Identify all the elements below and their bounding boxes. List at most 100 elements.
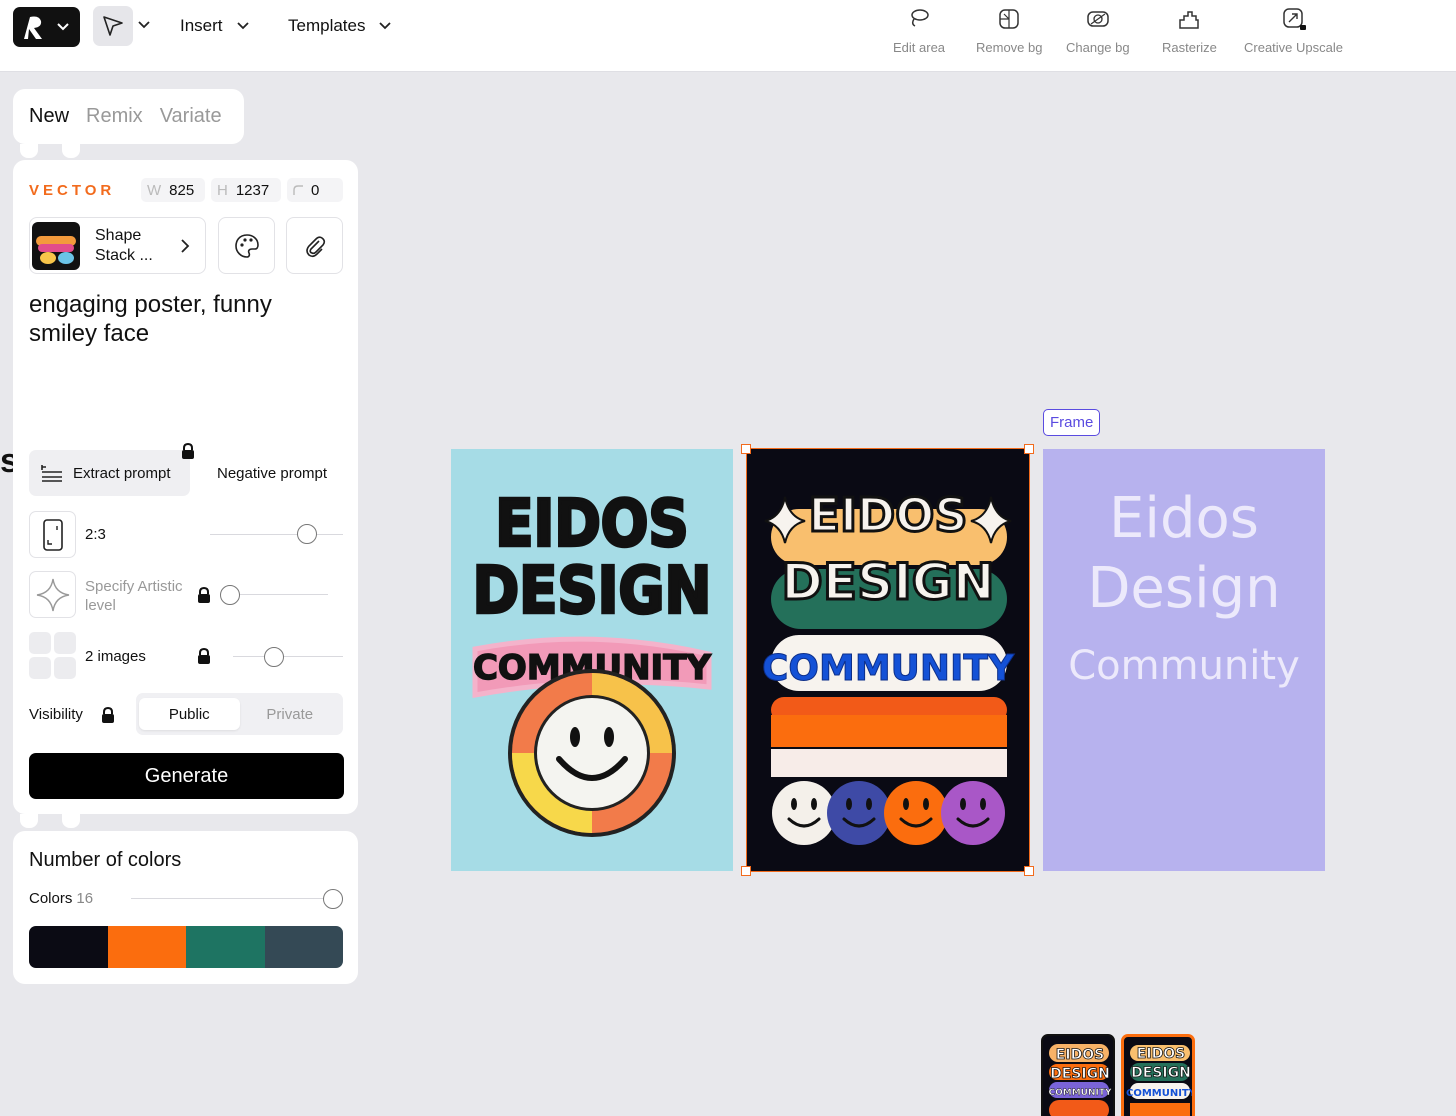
aspect-ratio-slider-knob[interactable] [297, 524, 317, 544]
poster-3-line1: Eidos [1109, 486, 1259, 551]
mini-1-line1: EIDOS [1056, 1047, 1104, 1063]
image-count-icon [29, 632, 76, 679]
poster-2[interactable]: EIDOS DESIGN COMMUNITY [747, 449, 1029, 871]
colors-slider-knob[interactable] [323, 889, 343, 909]
height-field[interactable]: H 1237 [211, 178, 281, 202]
insert-menu[interactable]: Insert [180, 16, 249, 36]
corner-radius-field[interactable]: 0 [287, 178, 343, 202]
color-palette[interactable] [29, 926, 343, 968]
poster-2-line3: COMMUNITY [762, 648, 1015, 689]
color-palette-button[interactable] [218, 217, 275, 274]
resize-handle[interactable] [1024, 444, 1034, 454]
generate-button[interactable]: Generate [29, 753, 344, 799]
corner-radius-value: 0 [311, 181, 320, 199]
poster-3-line3: Community [1068, 643, 1300, 689]
panel-connector [62, 144, 80, 158]
extract-prompt-button[interactable]: Extract prompt [29, 450, 190, 496]
history-thumbnail-2[interactable]: EIDOS DESIGN COMMUNITY [1121, 1034, 1195, 1116]
app-logo-icon [24, 16, 42, 39]
style-thumbnail [32, 221, 80, 270]
insert-menu-label: Insert [180, 16, 223, 35]
visibility-label: Visibility [29, 706, 83, 723]
top-toolbar: Insert Templates Edit area Remove bg Cha… [0, 0, 1456, 72]
lock-icon [182, 443, 194, 459]
logo-menu-button[interactable] [13, 7, 80, 47]
resize-handle[interactable] [741, 444, 751, 454]
image-count-label: 2 images [85, 648, 146, 665]
portrait-phone-icon [42, 518, 63, 551]
aspect-ratio-value: 2:3 [85, 526, 106, 543]
resize-handle[interactable] [1024, 866, 1034, 876]
generation-settings-panel: VECTOR W 825 H 1237 0 Shape Stack ... en… [13, 160, 358, 814]
output-type-label: VECTOR [29, 182, 116, 199]
aspect-ratio-slider[interactable] [210, 534, 343, 535]
change-background-icon [1087, 11, 1109, 27]
color-swatch[interactable] [29, 926, 108, 968]
width-value: 825 [169, 181, 195, 199]
mini-1-line3: COMMUNITY [1048, 1088, 1111, 1098]
mini-1-line2: DESIGN [1050, 1066, 1110, 1082]
pointer-tool-button[interactable] [93, 6, 133, 46]
templates-menu[interactable]: Templates [288, 16, 392, 36]
change-bg-tool[interactable]: Change bg [1066, 6, 1130, 55]
upscale-icon [1282, 8, 1306, 30]
smiley-row [772, 781, 1005, 845]
frame-tag[interactable]: Frame [1043, 409, 1101, 436]
tab-remix[interactable]: Remix [86, 105, 143, 128]
history-thumbnail-1[interactable]: EIDOS DESIGN COMMUNITY [1041, 1034, 1115, 1116]
panel-connector [20, 144, 38, 158]
remove-bg-label: Remove bg [976, 40, 1043, 55]
poster-3-line2: Design [1087, 556, 1280, 621]
width-field[interactable]: W 825 [141, 178, 205, 202]
lasso-icon [911, 9, 929, 27]
chevron-down-icon [236, 22, 249, 30]
sparkle-icon [36, 578, 69, 611]
mini-2-line1: EIDOS [1137, 1046, 1185, 1062]
templates-menu-label: Templates [288, 16, 366, 35]
visibility-toggle: Public Private [136, 693, 343, 735]
color-swatch[interactable] [107, 926, 186, 968]
corner-radius-icon [293, 185, 303, 195]
attach-button[interactable] [286, 217, 343, 274]
chevron-right-icon [181, 238, 190, 253]
tab-variate[interactable]: Variate [160, 105, 222, 128]
mini-2-line3: COMMUNITY [1126, 1088, 1195, 1099]
artistic-level-label: Specify Artistic level [85, 578, 183, 614]
creative-upscale-tool[interactable]: Creative Upscale [1244, 6, 1343, 55]
mini-2-line2: DESIGN [1131, 1065, 1191, 1081]
rasterize-tool[interactable]: Rasterize [1162, 6, 1217, 55]
color-swatch[interactable] [186, 926, 265, 968]
resize-handle[interactable] [741, 866, 751, 876]
paperclip-icon [305, 235, 325, 257]
poster-2-line1: EIDOS [809, 488, 968, 542]
poster-3-frame[interactable]: Eidos Design Community [1043, 449, 1325, 871]
visibility-public-option[interactable]: Public [139, 698, 240, 730]
poster-1[interactable]: EIDOS DESIGN COMMUNITY [451, 449, 733, 871]
height-value: 1237 [235, 181, 270, 199]
edit-area-label: Edit area [893, 40, 946, 55]
artistic-level-icon-box[interactable] [29, 571, 76, 618]
colors-slider[interactable] [131, 898, 343, 899]
panel-connector [62, 814, 80, 828]
color-swatch[interactable] [264, 926, 343, 968]
negative-prompt-tab[interactable]: Negative prompt [217, 465, 327, 482]
image-count-slider-knob[interactable] [264, 647, 284, 667]
colors-title: Number of colors [29, 849, 182, 871]
artistic-level-slider-knob[interactable] [220, 585, 240, 605]
lock-icon [102, 707, 114, 723]
chevron-down-icon [57, 23, 69, 31]
remove-bg-tool[interactable]: Remove bg [976, 6, 1042, 55]
prompt-textarea[interactable]: engaging poster, funny smiley face [29, 290, 339, 348]
image-count-slider[interactable] [233, 656, 343, 657]
rasterize-icon [1179, 11, 1200, 29]
lock-icon [198, 587, 210, 603]
poster-1-line2: DESIGN [473, 554, 712, 629]
tab-new[interactable]: New [29, 105, 69, 128]
visibility-private-option[interactable]: Private [240, 698, 341, 730]
rasterize-label: Rasterize [1162, 40, 1217, 55]
edit-area-tool[interactable]: Edit area [893, 6, 945, 55]
style-selector[interactable]: Shape Stack ... [29, 217, 206, 274]
colors-count-label: Colors 16 [29, 890, 93, 907]
chevron-down-icon[interactable] [138, 15, 150, 35]
aspect-ratio-icon-box[interactable] [29, 511, 76, 558]
